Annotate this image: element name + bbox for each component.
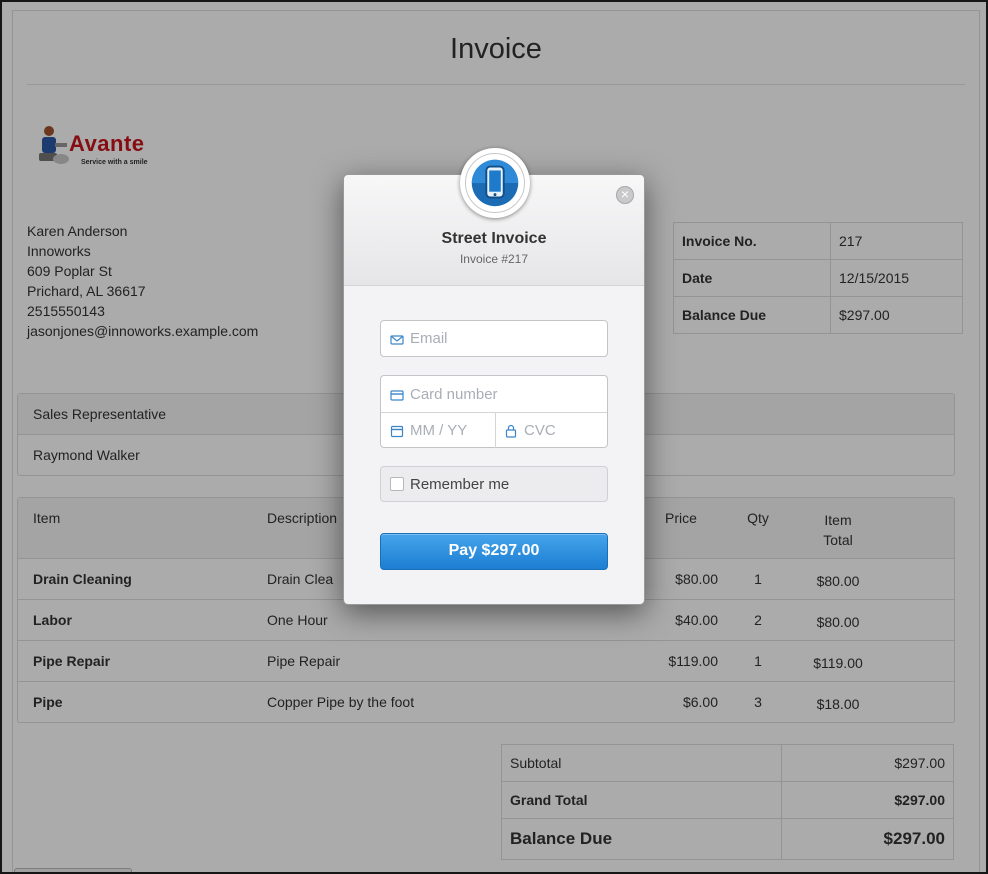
email-field: [380, 320, 608, 357]
checkout-subtitle: Invoice #217: [459, 252, 529, 266]
close-icon[interactable]: ×: [616, 186, 634, 204]
checkout-title: Street Invoice: [441, 230, 547, 247]
calendar-icon: [390, 425, 404, 438]
remember-me-label: Remember me: [410, 476, 510, 493]
email-input[interactable]: [410, 321, 600, 356]
merchant-avatar: [460, 148, 530, 218]
credit-card-icon: [390, 390, 404, 401]
checkout-header: × Street Invoice Invoice #217: [344, 148, 644, 286]
checkout-modal: × Street Invoice Invoice #217 Email Card…: [343, 148, 645, 605]
expiry-input[interactable]: [410, 412, 490, 448]
card-number-field: [381, 376, 607, 413]
pay-button[interactable]: Pay $297.00: [380, 533, 608, 570]
cvc-input[interactable]: [524, 412, 599, 448]
mobile-phone-icon: [465, 153, 525, 213]
remember-me-checkbox[interactable]: [390, 477, 404, 491]
lock-icon: [505, 424, 517, 438]
card-number-input[interactable]: [410, 376, 600, 412]
card-field-group: [380, 375, 608, 448]
envelope-icon: [390, 335, 404, 345]
remember-me-field[interactable]: Remember me: [380, 466, 608, 502]
cvc-field: [495, 412, 607, 448]
expiry-field: [381, 412, 496, 448]
